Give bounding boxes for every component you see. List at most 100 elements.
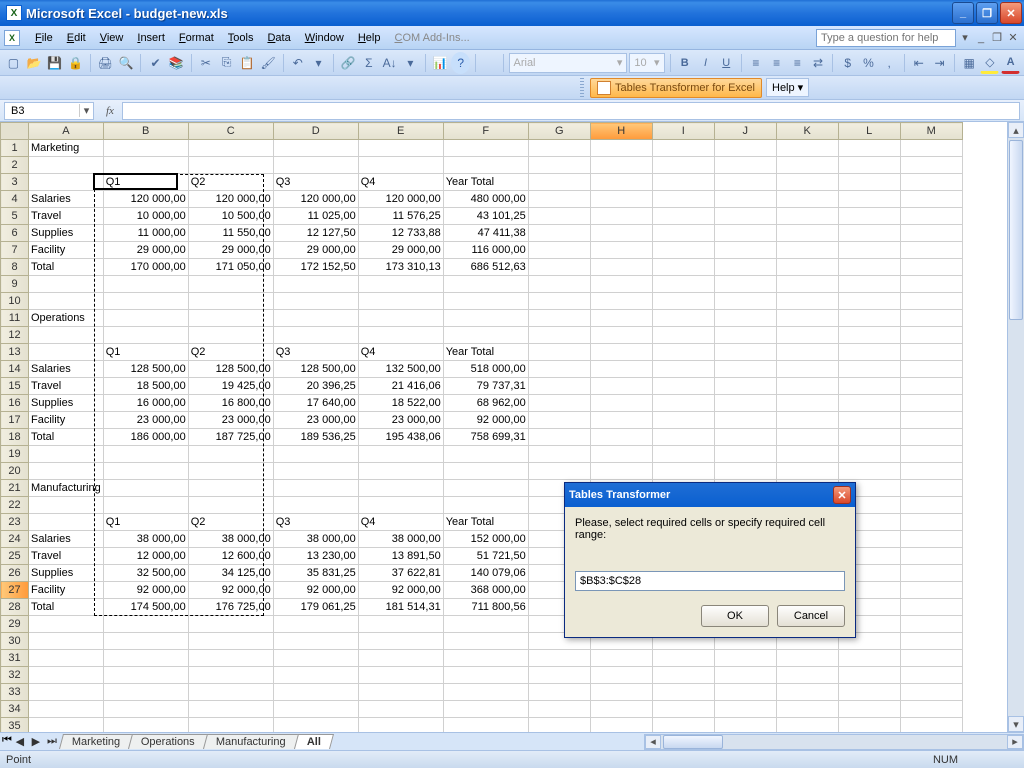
cell-J3[interactable]: [714, 174, 776, 191]
cell-A18[interactable]: Total: [29, 429, 104, 446]
cell-B8[interactable]: 170 000,00: [103, 259, 188, 276]
column-header-F[interactable]: F: [443, 123, 528, 140]
cell-J33[interactable]: [714, 684, 776, 701]
cell-G19[interactable]: [528, 446, 590, 463]
addin-help-dropdown[interactable]: Help ▾: [766, 78, 809, 97]
cell-F22[interactable]: [443, 497, 528, 514]
cell-H2[interactable]: [590, 157, 652, 174]
row-header-30[interactable]: 30: [1, 633, 29, 650]
cell-D10[interactable]: [273, 293, 358, 310]
cell-D13[interactable]: Q3: [273, 344, 358, 361]
column-header-M[interactable]: M: [900, 123, 962, 140]
cell-F18[interactable]: 758 699,31: [443, 429, 528, 446]
cell-C9[interactable]: [188, 276, 273, 293]
row-header-10[interactable]: 10: [1, 293, 29, 310]
cell-E16[interactable]: 18 522,00: [358, 395, 443, 412]
cell-F32[interactable]: [443, 667, 528, 684]
cell-I7[interactable]: [652, 242, 714, 259]
cell-I14[interactable]: [652, 361, 714, 378]
cell-E30[interactable]: [358, 633, 443, 650]
cell-M11[interactable]: [900, 310, 962, 327]
cell-D12[interactable]: [273, 327, 358, 344]
cell-C15[interactable]: 19 425,00: [188, 378, 273, 395]
cell-E9[interactable]: [358, 276, 443, 293]
cell-L2[interactable]: [838, 157, 900, 174]
cell-B31[interactable]: [103, 650, 188, 667]
cell-A30[interactable]: [29, 633, 104, 650]
row-header-22[interactable]: 22: [1, 497, 29, 514]
cell-D16[interactable]: 17 640,00: [273, 395, 358, 412]
cell-E7[interactable]: 29 000,00: [358, 242, 443, 259]
cell-C6[interactable]: 11 550,00: [188, 225, 273, 242]
cell-L15[interactable]: [838, 378, 900, 395]
bold-button[interactable]: B: [675, 52, 694, 74]
row-header-7[interactable]: 7: [1, 242, 29, 259]
tab-prev-button[interactable]: ◀: [12, 734, 28, 750]
cell-F24[interactable]: 152 000,00: [443, 531, 528, 548]
name-box-dropdown-icon[interactable]: ▾: [79, 104, 93, 117]
row-header-29[interactable]: 29: [1, 616, 29, 633]
hyperlink-button[interactable]: 🔗: [339, 52, 358, 74]
cell-I4[interactable]: [652, 191, 714, 208]
cell-K11[interactable]: [776, 310, 838, 327]
cell-C22[interactable]: [188, 497, 273, 514]
cell-C28[interactable]: 176 725,00: [188, 599, 273, 616]
cell-I19[interactable]: [652, 446, 714, 463]
cell-F2[interactable]: [443, 157, 528, 174]
cell-A5[interactable]: Travel: [29, 208, 104, 225]
formula-input[interactable]: [122, 102, 1020, 120]
cell-E4[interactable]: 120 000,00: [358, 191, 443, 208]
sort-asc-button[interactable]: A↓: [380, 52, 399, 74]
cell-L18[interactable]: [838, 429, 900, 446]
cell-I31[interactable]: [652, 650, 714, 667]
window-maximize-button[interactable]: ❐: [976, 2, 998, 24]
cell-A17[interactable]: Facility: [29, 412, 104, 429]
cell-A11[interactable]: Operations: [29, 310, 104, 327]
horizontal-scrollbar[interactable]: ◂ ▸: [644, 734, 1024, 750]
cell-K34[interactable]: [776, 701, 838, 718]
cell-F17[interactable]: 92 000,00: [443, 412, 528, 429]
cell-M33[interactable]: [900, 684, 962, 701]
cell-E19[interactable]: [358, 446, 443, 463]
cell-F6[interactable]: 47 411,38: [443, 225, 528, 242]
cell-M2[interactable]: [900, 157, 962, 174]
cell-G6[interactable]: [528, 225, 590, 242]
cell-C25[interactable]: 12 600,00: [188, 548, 273, 565]
cell-B17[interactable]: 23 000,00: [103, 412, 188, 429]
cell-H19[interactable]: [590, 446, 652, 463]
cell-M15[interactable]: [900, 378, 962, 395]
cell-K4[interactable]: [776, 191, 838, 208]
row-header-9[interactable]: 9: [1, 276, 29, 293]
cell-C12[interactable]: [188, 327, 273, 344]
cell-H5[interactable]: [590, 208, 652, 225]
cell-H1[interactable]: [590, 140, 652, 157]
cell-M8[interactable]: [900, 259, 962, 276]
cell-C20[interactable]: [188, 463, 273, 480]
row-header-24[interactable]: 24: [1, 531, 29, 548]
cell-B23[interactable]: Q1: [103, 514, 188, 531]
cell-C31[interactable]: [188, 650, 273, 667]
row-header-6[interactable]: 6: [1, 225, 29, 242]
cell-D23[interactable]: Q3: [273, 514, 358, 531]
cell-A9[interactable]: [29, 276, 104, 293]
cell-B3[interactable]: Q1: [103, 174, 188, 191]
cell-B24[interactable]: 38 000,00: [103, 531, 188, 548]
cell-D1[interactable]: [273, 140, 358, 157]
cell-D8[interactable]: 172 152,50: [273, 259, 358, 276]
row-header-17[interactable]: 17: [1, 412, 29, 429]
cell-M3[interactable]: [900, 174, 962, 191]
cell-I32[interactable]: [652, 667, 714, 684]
cell-H14[interactable]: [590, 361, 652, 378]
decrease-indent-button[interactable]: ⇤: [909, 52, 928, 74]
cell-F9[interactable]: [443, 276, 528, 293]
cell-F7[interactable]: 116 000,00: [443, 242, 528, 259]
cell-B22[interactable]: [103, 497, 188, 514]
cell-E3[interactable]: Q4: [358, 174, 443, 191]
cell-I12[interactable]: [652, 327, 714, 344]
cell-E33[interactable]: [358, 684, 443, 701]
cell-B32[interactable]: [103, 667, 188, 684]
cell-G34[interactable]: [528, 701, 590, 718]
menu-edit[interactable]: Edit: [60, 29, 93, 47]
cell-C7[interactable]: 29 000,00: [188, 242, 273, 259]
cell-L8[interactable]: [838, 259, 900, 276]
